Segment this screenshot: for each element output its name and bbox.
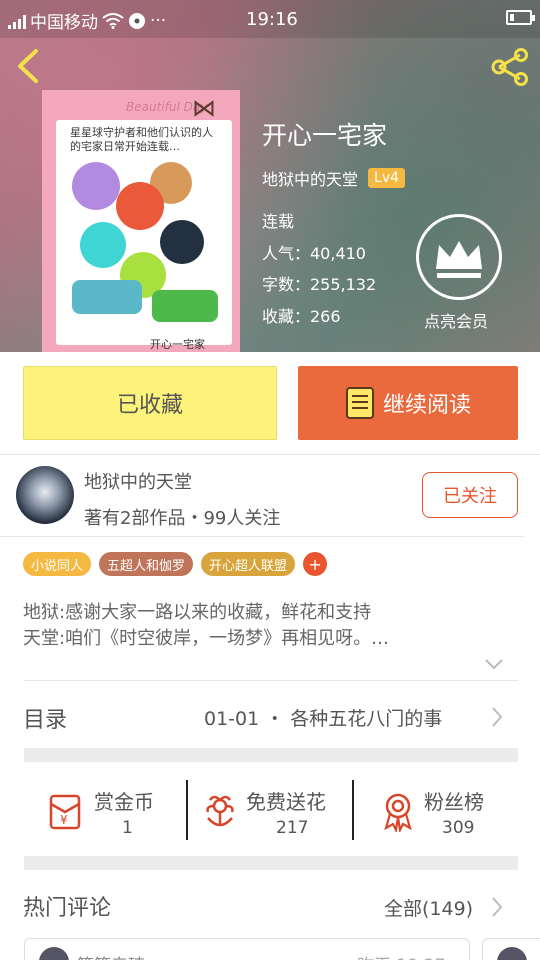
comment-user: 笸笸亲琦 <box>77 951 145 960</box>
flower-icon <box>206 795 234 827</box>
fan-ranking[interactable]: 粉丝榜 309 <box>380 786 520 840</box>
vip-button[interactable] <box>416 214 502 300</box>
character-art <box>116 182 164 230</box>
toc-row[interactable]: 目录 01-01 ・ 各种五花八门的事 <box>0 690 540 744</box>
chevron-left-icon <box>18 49 38 83</box>
chevron-down-icon <box>485 659 503 670</box>
popularity: 人气：40,410 <box>262 244 366 263</box>
tag-chip[interactable]: 开心超人联盟 <box>201 552 296 576</box>
wifi-icon <box>102 12 124 29</box>
divider <box>0 454 540 455</box>
stat-label: 免费送花 <box>246 790 326 814</box>
level-badge: Lv4 <box>368 168 406 188</box>
divider <box>186 780 188 840</box>
comment-time: 昨天 19:27 <box>357 951 445 960</box>
author-card-name[interactable]: 地狱中的天堂 <box>84 468 192 494</box>
stat-label: 赏金币 <box>94 790 154 814</box>
book-description[interactable]: 地狱:感谢大家一路以来的收藏，鲜花和支持 天堂:咱们《时空彼岸，一场梦》再相见呀… <box>23 600 523 652</box>
character-art <box>80 222 126 268</box>
favorited-label: 已收藏 <box>116 393 183 418</box>
back-button[interactable] <box>14 48 44 88</box>
stat-label: 粉丝榜 <box>424 790 484 814</box>
clock: 19:16 <box>246 9 298 30</box>
chevron-right-icon <box>492 897 503 917</box>
author-row[interactable]: 地狱中的天堂 Lv4 <box>262 166 406 190</box>
avatar[interactable] <box>16 466 74 524</box>
comment-card[interactable]: 笸笸亲琦 昨天 19:27 <box>24 938 470 960</box>
tag-chip[interactable]: 五超人和伽罗 <box>99 552 194 576</box>
character-art <box>72 280 142 314</box>
tag-chip[interactable]: 小说同人 <box>23 552 92 576</box>
book-title: 开心一宅家 <box>262 121 388 150</box>
favorited-button[interactable]: 已收藏 <box>23 366 277 440</box>
battery-icon <box>506 10 535 25</box>
hot-comments-label: 热门评论 <box>23 896 112 921</box>
divider <box>24 680 518 681</box>
description-line: 天堂:咱们《时空彼岸，一场梦》再相见呀。… <box>23 628 390 649</box>
music-disc-icon <box>129 12 145 29</box>
reward-coins[interactable]: ¥ 赏金币 1 <box>46 786 186 840</box>
share-icon <box>491 48 528 86</box>
character-art <box>72 162 120 210</box>
word-count: 字数：255,132 <box>262 275 377 294</box>
continue-reading-button[interactable]: 继续阅读 <box>298 366 518 440</box>
divider <box>0 536 524 537</box>
author-name[interactable]: 地狱中的天堂 <box>262 166 358 190</box>
expand-button[interactable] <box>484 656 504 675</box>
signal-icon <box>8 13 26 29</box>
red-envelope-icon: ¥ <box>49 794 81 830</box>
book-icon <box>345 387 374 419</box>
comment-card[interactable] <box>482 938 540 960</box>
book-cover[interactable]: Beautiful Day ⋈ 星星球守护者和他们认识的人的宅家日常开始连载… … <box>42 90 240 352</box>
toc-latest-chapter: 01-01 ・ 各种五花八门的事 <box>204 708 443 730</box>
tag-list: 小说同人 五超人和伽罗 开心超人联盟 + <box>23 552 328 576</box>
all-comments-link[interactable]: 全部(149) <box>384 894 473 921</box>
character-art <box>152 290 218 322</box>
stat-value: 217 <box>276 818 309 838</box>
description-line: 地狱:感谢大家一路以来的收藏，鲜花和支持 <box>23 602 372 623</box>
follow-label: 已关注 <box>443 486 497 507</box>
author-card-stats: 著有2部作品・99人关注 <box>84 508 281 529</box>
add-tag-button[interactable]: + <box>303 552 328 576</box>
follow-button[interactable]: 已关注 <box>422 472 518 518</box>
svg-text:¥: ¥ <box>60 813 68 827</box>
bow-icon: ⋈ <box>192 94 216 122</box>
avatar <box>39 947 69 960</box>
medal-icon <box>384 793 412 832</box>
section-gap <box>24 856 518 870</box>
carrier-name: 中国移动 <box>30 13 98 33</box>
status-bar: 中国移动 ··· 19:16 <box>0 0 540 38</box>
chevron-right-icon <box>492 707 503 727</box>
hot-comments-header[interactable]: 热门评论 全部(149) <box>0 880 540 934</box>
serial-status: 连载 <box>262 212 295 231</box>
book-detail-page: 中国移动 ··· 19:16 Beautiful Day ⋈ 星星球守护者和他们… <box>0 0 540 960</box>
stat-value: 1 <box>122 818 133 838</box>
cover-tagline: 星星球守护者和他们认识的人的宅家日常开始连载… <box>70 126 213 153</box>
stat-value: 309 <box>442 818 475 838</box>
favorite-count: 收藏：266 <box>262 307 341 326</box>
continue-label: 继续阅读 <box>382 393 471 418</box>
avatar <box>497 947 527 960</box>
share-button[interactable] <box>490 48 530 90</box>
section-gap <box>24 748 518 762</box>
more-notifications: ··· <box>150 10 167 31</box>
character-art <box>160 220 204 264</box>
vip-label: 点亮会员 <box>424 312 489 331</box>
divider <box>352 780 354 840</box>
cover-bottom-title: 开心一宅家 <box>150 338 205 351</box>
toc-label: 目录 <box>23 708 68 733</box>
crown-icon <box>436 241 482 278</box>
free-flowers[interactable]: 免费送花 217 <box>202 786 352 840</box>
